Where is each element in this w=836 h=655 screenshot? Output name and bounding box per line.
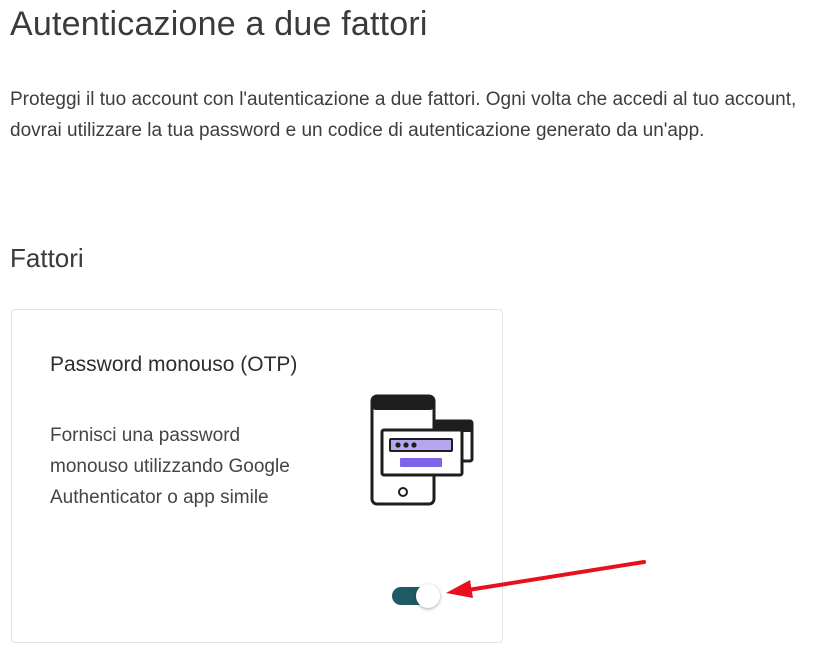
otp-factor-card: Password monouso (OTP) Fornisci una pass… [11,309,503,643]
phone-otp-illustration-icon [370,394,474,506]
page-title: Autenticazione a due fattori [10,5,428,43]
factors-section-title: Fattori [10,243,84,273]
otp-enable-toggle[interactable] [392,584,440,608]
otp-factor-description: Fornisci una password monouso utilizzand… [50,425,290,508]
page-intro-text: Proteggi il tuo account con l'autenticaz… [10,89,797,141]
otp-factor-title: Password monouso (OTP) [50,353,298,376]
toggle-knob [416,584,440,608]
